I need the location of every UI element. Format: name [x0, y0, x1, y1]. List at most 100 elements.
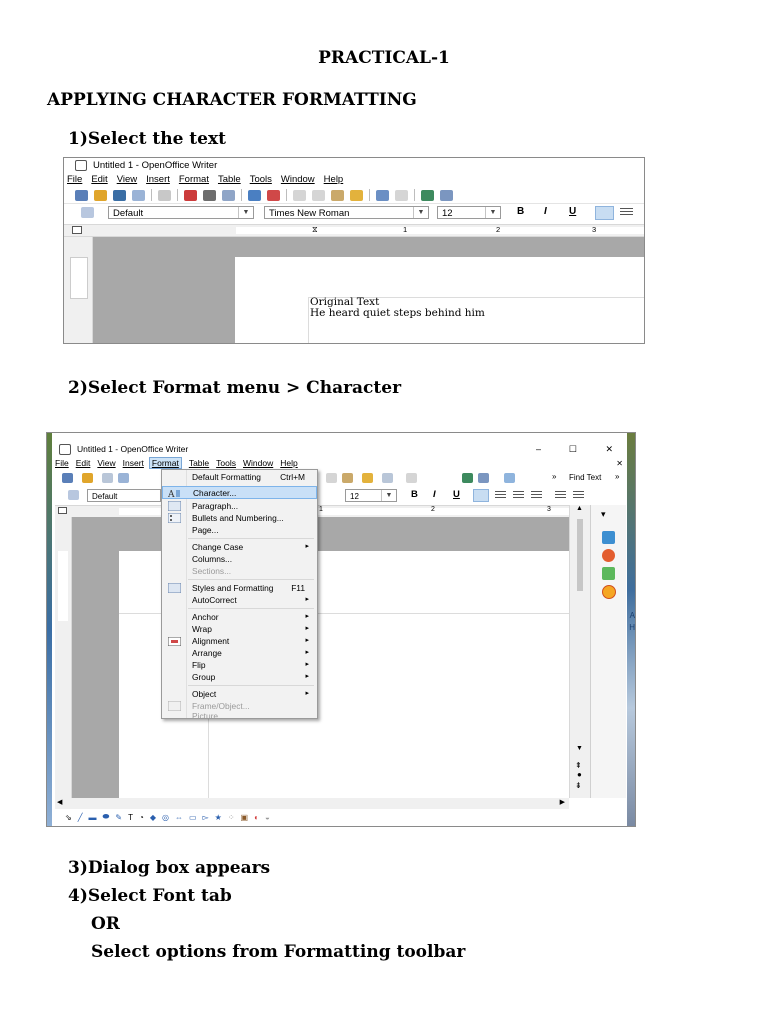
menu-item-paragraph[interactable]: Paragraph... [162, 500, 317, 513]
menu-item-frame-object[interactable]: Frame/Object... [162, 700, 317, 713]
menu-item-default-formatting[interactable]: Default Formatting Ctrl+M [162, 471, 317, 484]
scroll-up-icon[interactable]: ▲ [576, 505, 583, 512]
scroll-right-icon[interactable]: ▶ [560, 798, 565, 806]
expand-toolbar-icon[interactable]: » [552, 472, 556, 481]
styles-icon[interactable] [68, 490, 79, 500]
menu-insert[interactable]: Insert [146, 174, 170, 185]
styles-icon[interactable] [81, 207, 94, 218]
menu-item-object[interactable]: Object ▸ [162, 688, 317, 701]
paragraph-style-combo[interactable]: Default ▼ [108, 206, 254, 219]
callout-icon[interactable]: ◔ [139, 813, 144, 822]
spellcheck-icon[interactable] [248, 189, 261, 201]
menu-item-page[interactable]: Page... [162, 524, 317, 537]
next-page-icon[interactable]: ⇟ [575, 781, 582, 790]
sidebar-menu-icon[interactable]: ▾ [601, 509, 606, 520]
page-preview-icon[interactable] [222, 189, 235, 201]
print-icon[interactable] [203, 189, 216, 201]
rectangle-icon[interactable]: ▬ [89, 813, 97, 822]
callouts-icon[interactable]: ▻ [203, 813, 209, 822]
menu-tools[interactable]: Tools [250, 174, 272, 185]
menu-item-alignment[interactable]: Alignment ▸ [162, 635, 317, 648]
text-tool-icon[interactable]: T [128, 813, 133, 822]
ruler-indent-marker[interactable]: ⧖ [312, 225, 318, 235]
numbering-icon[interactable] [555, 491, 566, 499]
menu-table[interactable]: Table [218, 174, 241, 185]
open-folder-icon[interactable] [94, 189, 107, 201]
menu-file[interactable]: File [67, 174, 82, 185]
menu-item-columns[interactable]: Columns... [162, 553, 317, 566]
from-file-icon[interactable]: ▣ [241, 813, 249, 822]
select-arrow-icon[interactable]: ⇘ [65, 813, 72, 822]
block-arrows-icon[interactable]: ⇔ [175, 813, 183, 822]
minimize-button[interactable]: – [536, 444, 541, 454]
menu-item-arrange[interactable]: Arrange ▸ [162, 647, 317, 660]
close-button[interactable]: ✕ [605, 444, 613, 455]
menu-item-change-case[interactable]: Change Case ▸ [162, 541, 317, 554]
autospellcheck-icon[interactable] [267, 189, 280, 201]
menu-item-autocorrect[interactable]: AutoCorrect ▸ [162, 594, 317, 607]
document-text[interactable]: Original Text He heard quiet steps behin… [310, 297, 485, 319]
export-pdf-icon[interactable] [184, 189, 197, 201]
menu-item-bullets[interactable]: Bullets and Numbering... [162, 512, 317, 525]
underline-button[interactable]: U [453, 489, 460, 500]
save-icon[interactable] [102, 473, 113, 483]
menu-item-character[interactable]: A Character... [162, 486, 317, 500]
maximize-button[interactable]: ☐ [569, 444, 577, 455]
font-name-combo[interactable]: Times New Roman ▼ [264, 206, 429, 219]
paragraph-style-combo[interactable]: Default [87, 489, 161, 502]
navigation-icon[interactable]: ● [577, 770, 582, 779]
open-folder-icon[interactable] [82, 473, 93, 483]
align-right-icon[interactable] [513, 491, 524, 499]
menu-tools[interactable]: Tools [216, 458, 236, 468]
menu-format[interactable]: Format [179, 174, 209, 185]
fontwork-icon[interactable]: ◐ [254, 813, 259, 822]
align-left-icon[interactable] [473, 489, 489, 502]
ellipse-icon[interactable]: ⬬ [103, 812, 110, 822]
basic-shapes-icon[interactable]: ◆ [150, 813, 156, 822]
save-icon[interactable] [113, 189, 126, 201]
horizontal-scrollbar[interactable]: ◀ ▶ [55, 798, 569, 809]
scroll-left-icon[interactable]: ◀ [57, 798, 62, 806]
gallery-icon[interactable] [602, 567, 615, 580]
format-paintbrush-icon[interactable] [362, 473, 373, 483]
menu-edit[interactable]: Edit [91, 174, 107, 185]
menu-item-styles[interactable]: Styles and Formatting F11 [162, 582, 317, 595]
document-page[interactable]: Original Text He heard quiet steps behin… [235, 257, 644, 343]
redo-icon[interactable] [395, 189, 408, 201]
menu-item-sections[interactable]: Sections... [162, 565, 317, 578]
close-document-icon[interactable]: ✕ [616, 459, 623, 468]
email-icon[interactable] [132, 189, 145, 201]
menu-view[interactable]: View [117, 174, 137, 185]
copy-icon[interactable] [312, 189, 325, 201]
italic-button[interactable]: I [544, 206, 547, 217]
menu-window[interactable]: Window [281, 174, 315, 185]
font-size-combo[interactable]: 12 ▼ [345, 489, 397, 502]
expand-findbar-icon[interactable]: » [615, 472, 619, 481]
align-left-icon[interactable] [595, 206, 614, 220]
navigator-icon[interactable] [421, 189, 434, 201]
menu-help[interactable]: Help [280, 458, 297, 468]
table-icon[interactable] [440, 189, 453, 201]
symbol-shapes-icon[interactable]: ◎ [162, 813, 169, 822]
bold-button[interactable]: B [411, 489, 418, 500]
menu-item-group[interactable]: Group ▸ [162, 671, 317, 684]
tab-stop-icon[interactable] [72, 226, 82, 234]
points-icon[interactable]: ⁘ [228, 813, 235, 822]
undo-icon[interactable] [382, 473, 393, 483]
previous-page-icon[interactable]: ⇞ [575, 761, 582, 770]
menu-item-picture[interactable]: Picture... [162, 712, 317, 720]
align-center-icon[interactable] [495, 491, 506, 499]
line-icon[interactable]: ╱ [78, 813, 83, 822]
cut-icon[interactable] [293, 189, 306, 201]
styles-deck-icon[interactable] [602, 549, 615, 562]
find-text-label[interactable]: Find Text [569, 473, 601, 482]
navigator-deck-icon[interactable] [602, 585, 616, 599]
menu-window[interactable]: Window [243, 458, 273, 468]
bold-button[interactable]: B [517, 206, 524, 217]
freeform-icon[interactable]: ✎ [115, 813, 122, 822]
bullets-icon[interactable] [573, 491, 584, 499]
menu-format[interactable]: Format [148, 457, 182, 469]
menu-help[interactable]: Help [324, 174, 344, 185]
italic-button[interactable]: I [433, 489, 436, 500]
table-icon[interactable] [478, 473, 489, 483]
